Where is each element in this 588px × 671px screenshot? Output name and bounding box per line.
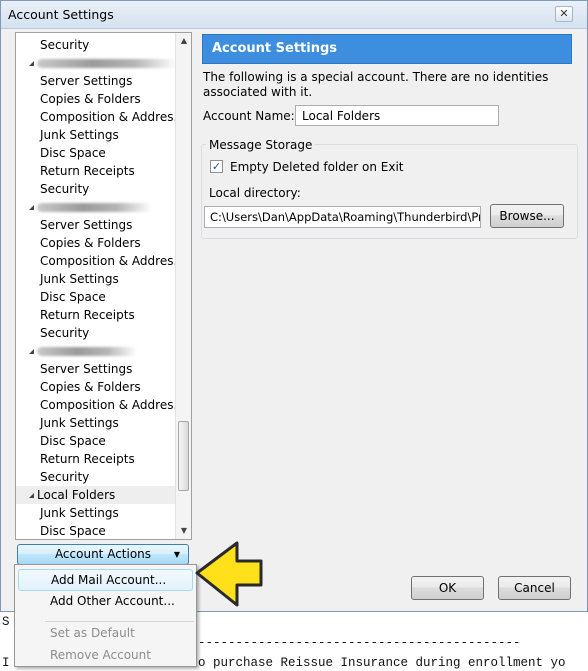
account-name-input[interactable] — [295, 105, 499, 126]
tree-item[interactable]: Security — [16, 36, 176, 54]
tree-item[interactable]: Copies & Folders — [16, 90, 176, 108]
scroll-down-icon[interactable]: ▼ — [176, 523, 191, 539]
tree-account[interactable]: Local Folders — [16, 486, 176, 504]
dropdown-arrow-icon: ▼ — [173, 550, 180, 559]
empty-deleted-checkbox[interactable]: ✓ — [210, 160, 223, 173]
tree-item[interactable]: Return Receipts — [16, 162, 176, 180]
tree-scrollbar[interactable]: ▲ ▼ — [175, 33, 191, 539]
browse-button[interactable]: Browse... — [490, 204, 564, 228]
checkmark-icon: ✓ — [211, 160, 222, 173]
tree-item[interactable]: Junk Settings — [16, 414, 176, 432]
tree-item[interactable]: Copies & Folders — [16, 378, 176, 396]
tree-account-redacted[interactable] — [16, 54, 176, 72]
tree-account-label: Local Folders — [37, 488, 116, 502]
tree-item[interactable]: Composition & Addres... — [16, 252, 176, 270]
background-line: o purchase Reissue Insurance during enro… — [198, 656, 566, 670]
scroll-thumb[interactable] — [178, 421, 189, 491]
panel-title: Account Settings — [212, 41, 338, 56]
tree-item[interactable]: Server Settings — [16, 216, 176, 234]
tree-item[interactable]: Composition & Addres... — [16, 108, 176, 126]
tree-item[interactable]: Copies & Folders — [16, 234, 176, 252]
redacted-account-name — [37, 203, 152, 212]
panel-header: Account Settings — [202, 34, 572, 64]
tree-item[interactable]: Return Receipts — [16, 306, 176, 324]
expand-icon — [29, 61, 34, 66]
expand-icon — [29, 493, 34, 498]
expand-icon — [29, 205, 34, 210]
tree-account-redacted[interactable] — [16, 342, 176, 360]
redacted-account-name — [37, 59, 176, 68]
yellow-arrow-icon — [195, 541, 263, 607]
tree-item[interactable]: Junk Settings — [16, 270, 176, 288]
tree-item[interactable]: Disc Space — [16, 144, 176, 162]
tree-account-redacted[interactable] — [16, 198, 176, 216]
account-actions-menu: Add Mail Account... Add Other Account... S… — [14, 564, 197, 667]
close-icon: ✕ — [559, 7, 569, 20]
tree-item[interactable]: Disc Space — [16, 288, 176, 306]
account-description: The following is a special account. Ther… — [203, 70, 549, 99]
menu-separator — [45, 621, 194, 622]
tree-item[interactable]: Server Settings — [16, 72, 176, 90]
title-bar[interactable]: Account Settings ✕ — [1, 1, 587, 29]
local-directory-label: Local directory: — [209, 186, 301, 200]
account-name-label: Account Name: — [203, 109, 295, 123]
message-storage-label: Message Storage — [206, 138, 316, 152]
account-actions-button[interactable]: Account Actions ▼ — [17, 544, 189, 565]
tree-item[interactable]: Junk Settings — [16, 504, 176, 522]
menu-item[interactable]: Add Other Account... — [18, 591, 193, 613]
expand-icon — [29, 349, 34, 354]
account-settings-window: Account Settings ✕ Security Server Settin… — [0, 0, 588, 612]
scroll-up-icon[interactable]: ▲ — [176, 33, 191, 49]
local-directory-field[interactable]: C:\Users\Dan\AppData\Roaming\Thunderbird… — [204, 206, 481, 228]
redacted-account-name — [37, 347, 137, 356]
tree-item[interactable]: Disc Space — [16, 432, 176, 450]
empty-deleted-label[interactable]: Empty Deleted folder on Exit — [230, 160, 404, 174]
account-tree[interactable]: Security Server Settings Copies & Folders C… — [15, 32, 192, 540]
tree-item[interactable]: Security — [16, 468, 176, 486]
tree-item[interactable]: Security — [16, 180, 176, 198]
cancel-button[interactable]: Cancel — [498, 576, 571, 600]
background-line: ----------------------------------------… — [198, 636, 521, 650]
background-line: I — [2, 656, 10, 670]
menu-item[interactable]: Add Mail Account... — [18, 569, 193, 591]
window-title: Account Settings — [8, 7, 114, 22]
account-actions-label: Account Actions — [54, 547, 152, 561]
ok-button[interactable]: OK — [411, 576, 484, 600]
menu-item: Remove Account — [50, 648, 151, 662]
close-button[interactable]: ✕ — [555, 6, 573, 22]
tree-item[interactable]: Return Receipts — [16, 450, 176, 468]
menu-item: Set as Default — [50, 626, 135, 640]
tree-item[interactable]: Disc Space — [16, 522, 176, 539]
tree-item[interactable]: Security — [16, 324, 176, 342]
tree-item[interactable]: Composition & Addres... — [16, 396, 176, 414]
background-line: S — [2, 615, 10, 629]
tree-item[interactable]: Server Settings — [16, 360, 176, 378]
tree-item[interactable]: Junk Settings — [16, 126, 176, 144]
